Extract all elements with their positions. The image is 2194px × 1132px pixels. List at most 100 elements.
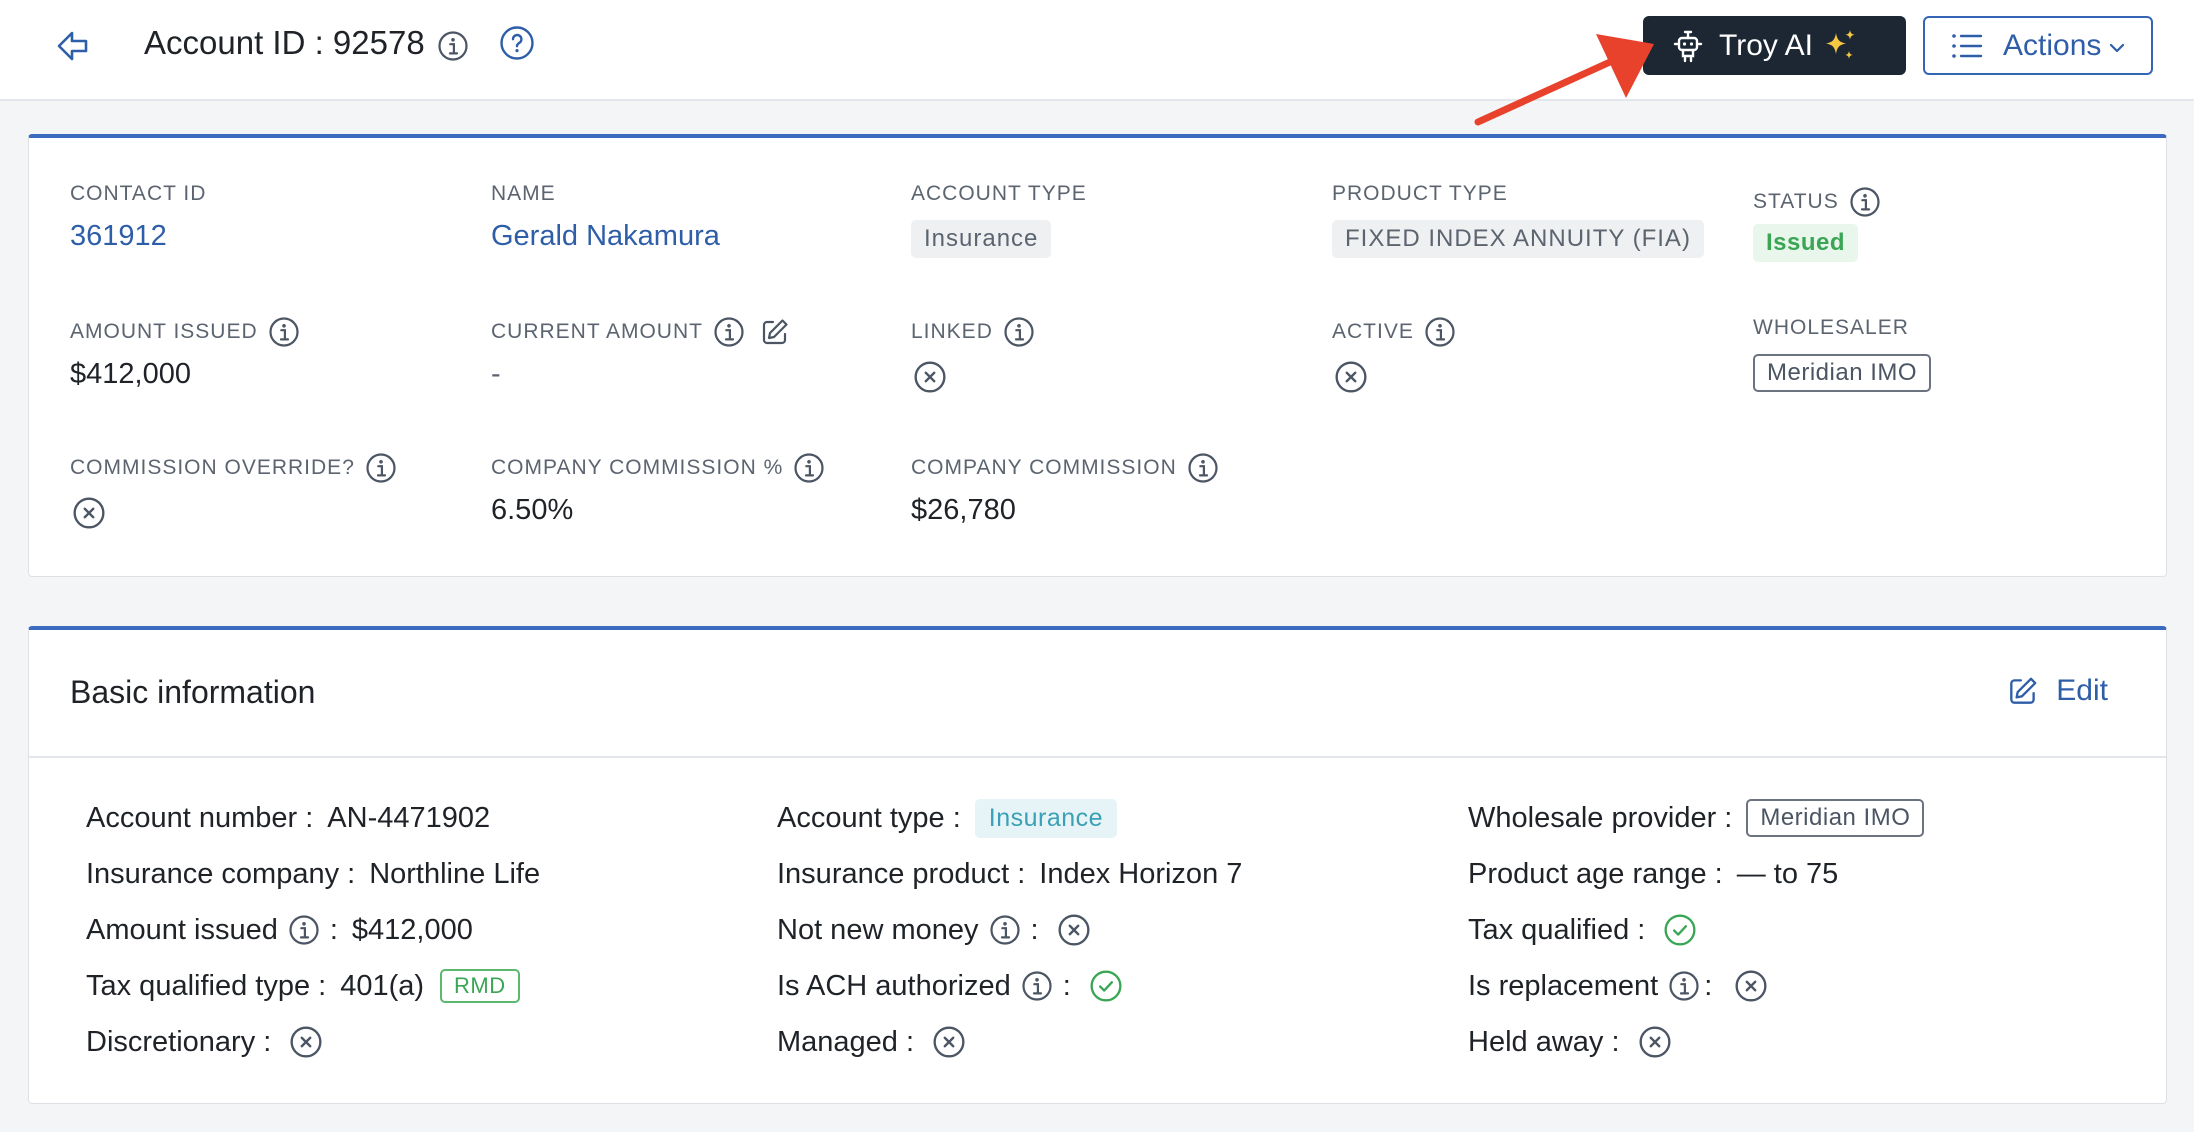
x-circle-icon	[913, 360, 947, 394]
status-label: STATUS	[1753, 190, 1839, 213]
edit-icon[interactable]	[759, 316, 791, 348]
is-replacement-label: Is replacement	[1468, 969, 1659, 1002]
account-type-badge: Insurance	[911, 220, 1052, 258]
wholesale-provider-row: Wholesale provider : Meridian IMO	[1468, 796, 1925, 840]
amount-issued-label: Amount issued	[86, 913, 278, 946]
wholesaler-label: WHOLESALER	[1753, 316, 1909, 339]
tax-qualified-label: Tax qualified :	[1468, 913, 1646, 946]
account-type-field: ACCOUNT TYPE Insurance	[911, 176, 1087, 258]
account-type-badge: Insurance	[974, 798, 1118, 838]
company-commission-value: $26,780	[911, 494, 1016, 526]
commission-override-field: COMMISSION OVERRIDE?	[70, 450, 397, 538]
contact-name-link[interactable]: Gerald Nakamura	[491, 220, 720, 253]
insurance-product-value: Index Horizon 7	[1039, 857, 1243, 890]
info-icon[interactable]	[713, 316, 745, 348]
company-commission-pct-value: 6.50%	[491, 494, 574, 526]
x-circle-icon	[1334, 360, 1368, 394]
rmd-badge: RMD	[440, 969, 520, 1003]
info-icon[interactable]	[268, 316, 300, 348]
colon-separator: :	[1062, 969, 1071, 1002]
amount-issued-label: AMOUNT ISSUED	[70, 320, 258, 343]
not-new-money-label: Not new money	[777, 913, 979, 946]
x-circle-icon	[1734, 969, 1768, 1003]
account-type-row: Account type : Insurance	[777, 796, 1118, 840]
actions-label: Actions	[2003, 28, 2102, 62]
product-type-label: PRODUCT TYPE	[1332, 182, 1508, 205]
account-type-label: Account type :	[777, 801, 961, 834]
linked-label: LINKED	[911, 320, 993, 343]
x-circle-icon	[932, 1025, 966, 1059]
is-replacement-row: Is replacement :	[1468, 964, 1768, 1008]
name-label: NAME	[491, 182, 556, 205]
account-summary-card: CONTACT ID 361912 NAME Gerald Nakamura A…	[28, 134, 2167, 577]
info-icon[interactable]	[1849, 186, 1881, 218]
x-circle-icon	[289, 1025, 323, 1059]
discretionary-row: Discretionary :	[86, 1020, 323, 1064]
back-arrow-icon	[57, 31, 88, 61]
commission-override-label: COMMISSION OVERRIDE?	[70, 456, 355, 479]
status-field: STATUS Issued	[1753, 176, 1881, 262]
actions-button[interactable]: Actions	[1923, 16, 2153, 75]
help-icon[interactable]	[499, 25, 535, 61]
company-commission-pct-label: COMPANY COMMISSION %	[491, 456, 784, 479]
current-amount-label: CURRENT AMOUNT	[491, 320, 703, 343]
troy-ai-button[interactable]: Troy AI	[1643, 16, 1906, 75]
linked-field: LINKED	[911, 314, 1035, 402]
amount-issued-row: Amount issued : $412,000	[86, 908, 473, 952]
is-ach-authorized-label: Is ACH authorized	[777, 969, 1011, 1002]
info-icon[interactable]	[437, 30, 469, 62]
product-age-range-row: Product age range : — to 75	[1468, 852, 1838, 896]
x-circle-icon	[72, 496, 106, 530]
info-icon[interactable]	[1187, 452, 1219, 484]
name-field: NAME Gerald Nakamura	[491, 176, 720, 253]
info-icon[interactable]	[288, 914, 320, 946]
info-icon[interactable]	[1003, 316, 1035, 348]
not-new-money-row: Not new money :	[777, 908, 1091, 952]
amount-issued-value: $412,000	[70, 358, 191, 390]
wholesaler-field: WHOLESALER Meridian IMO	[1753, 314, 1932, 392]
info-icon[interactable]	[365, 452, 397, 484]
list-icon	[1952, 33, 1983, 58]
colon-separator: :	[1030, 913, 1039, 946]
basic-information-title: Basic information	[70, 674, 316, 710]
wholesaler-badge: Meridian IMO	[1753, 354, 1932, 392]
basic-information-card: Basic information Edit Account number : …	[28, 626, 2167, 1104]
held-away-label: Held away :	[1468, 1025, 1620, 1058]
insurance-company-label: Insurance company :	[86, 857, 356, 890]
product-type-badge: FIXED INDEX ANNUITY (FIA)	[1332, 220, 1704, 258]
contact-id-link[interactable]: 361912	[70, 220, 206, 253]
amount-issued-field: AMOUNT ISSUED $412,000	[70, 314, 300, 391]
tax-qualified-type-row: Tax qualified type : 401(a) RMD	[86, 964, 520, 1008]
account-id-title: Account ID : 92578	[144, 24, 425, 61]
managed-label: Managed :	[777, 1025, 915, 1058]
tax-qualified-type-value: 401(a)	[340, 969, 425, 1002]
info-icon[interactable]	[793, 452, 825, 484]
x-circle-icon	[1638, 1025, 1672, 1059]
x-circle-icon	[1057, 913, 1091, 947]
info-icon[interactable]	[989, 914, 1021, 946]
basic-information-header: Basic information Edit	[29, 630, 2166, 758]
active-label: ACTIVE	[1332, 320, 1414, 343]
edit-icon	[2006, 674, 2040, 708]
info-icon[interactable]	[1021, 970, 1053, 1002]
back-button[interactable]	[52, 26, 96, 66]
check-circle-icon	[1663, 913, 1697, 947]
edit-button[interactable]: Edit	[2006, 674, 2108, 708]
contact-id-label: CONTACT ID	[70, 182, 207, 205]
current-amount-field: CURRENT AMOUNT -	[491, 314, 791, 391]
account-number-row: Account number : AN-4471902	[86, 796, 490, 840]
account-type-label: ACCOUNT TYPE	[911, 182, 1087, 205]
info-icon[interactable]	[1424, 316, 1456, 348]
check-circle-icon	[1089, 969, 1123, 1003]
colon-separator: :	[1704, 969, 1713, 1002]
is-ach-authorized-row: Is ACH authorized :	[777, 964, 1123, 1008]
company-commission-label: COMPANY COMMISSION	[911, 456, 1177, 479]
page-title: Account ID : 92578	[144, 24, 469, 62]
company-commission-field: COMPANY COMMISSION $26,780	[911, 450, 1219, 527]
managed-row: Managed :	[777, 1020, 966, 1064]
product-age-range-value: — to 75	[1736, 857, 1839, 890]
info-icon[interactable]	[1668, 970, 1700, 1002]
insurance-company-value: Northline Life	[369, 857, 541, 890]
status-badge: Issued	[1753, 224, 1859, 262]
insurance-product-row: Insurance product : Index Horizon 7	[777, 852, 1242, 896]
